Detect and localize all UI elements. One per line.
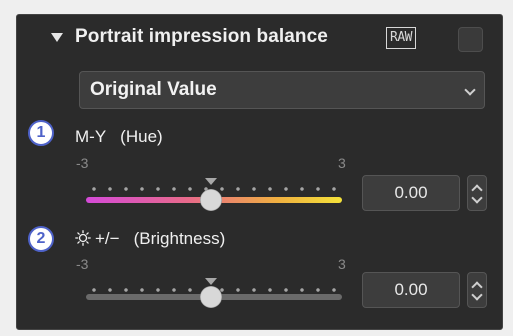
panel-header[interactable]: Portrait impression balance RAW [17, 15, 502, 63]
brightness-sublabel: (Brightness) [133, 229, 226, 248]
spinner-down-icon[interactable] [471, 289, 483, 301]
hue-max-label: 3 [338, 155, 346, 171]
hue-label: M-Y [75, 127, 107, 146]
brightness-value-input[interactable]: 0.00 [362, 272, 460, 308]
hue-slider-label: M-Y (Hue) [75, 127, 163, 147]
enable-checkbox[interactable] [458, 27, 483, 52]
callout-badge-1: 1 [28, 120, 54, 146]
hue-min-label: -3 [76, 155, 89, 171]
sun-icon [75, 230, 91, 246]
hue-value-spinner[interactable] [467, 175, 487, 211]
preset-dropdown[interactable]: Original Value [79, 71, 485, 109]
hue-slider-thumb[interactable] [200, 189, 222, 211]
brightness-min-label: -3 [76, 256, 89, 272]
callout-badge-2: 2 [28, 226, 54, 252]
hue-sublabel: (Hue) [120, 127, 163, 146]
hue-value-input[interactable]: 0.00 [362, 175, 460, 211]
brightness-slider-label: +/− (Brightness) [75, 229, 225, 249]
brightness-label: +/− [95, 229, 120, 248]
brightness-slider-thumb[interactable] [200, 286, 222, 308]
brightness-value-spinner[interactable] [467, 272, 487, 308]
brightness-default-marker [205, 278, 217, 285]
chevron-down-icon[interactable] [456, 72, 484, 108]
raw-badge: RAW [386, 27, 416, 49]
preset-dropdown-value: Original Value [90, 79, 217, 100]
brightness-max-label: 3 [338, 256, 346, 272]
hue-default-marker [205, 178, 217, 185]
collapse-triangle-icon[interactable] [51, 33, 63, 42]
panel-title: Portrait impression balance [75, 26, 328, 47]
spinner-down-icon[interactable] [471, 192, 483, 204]
